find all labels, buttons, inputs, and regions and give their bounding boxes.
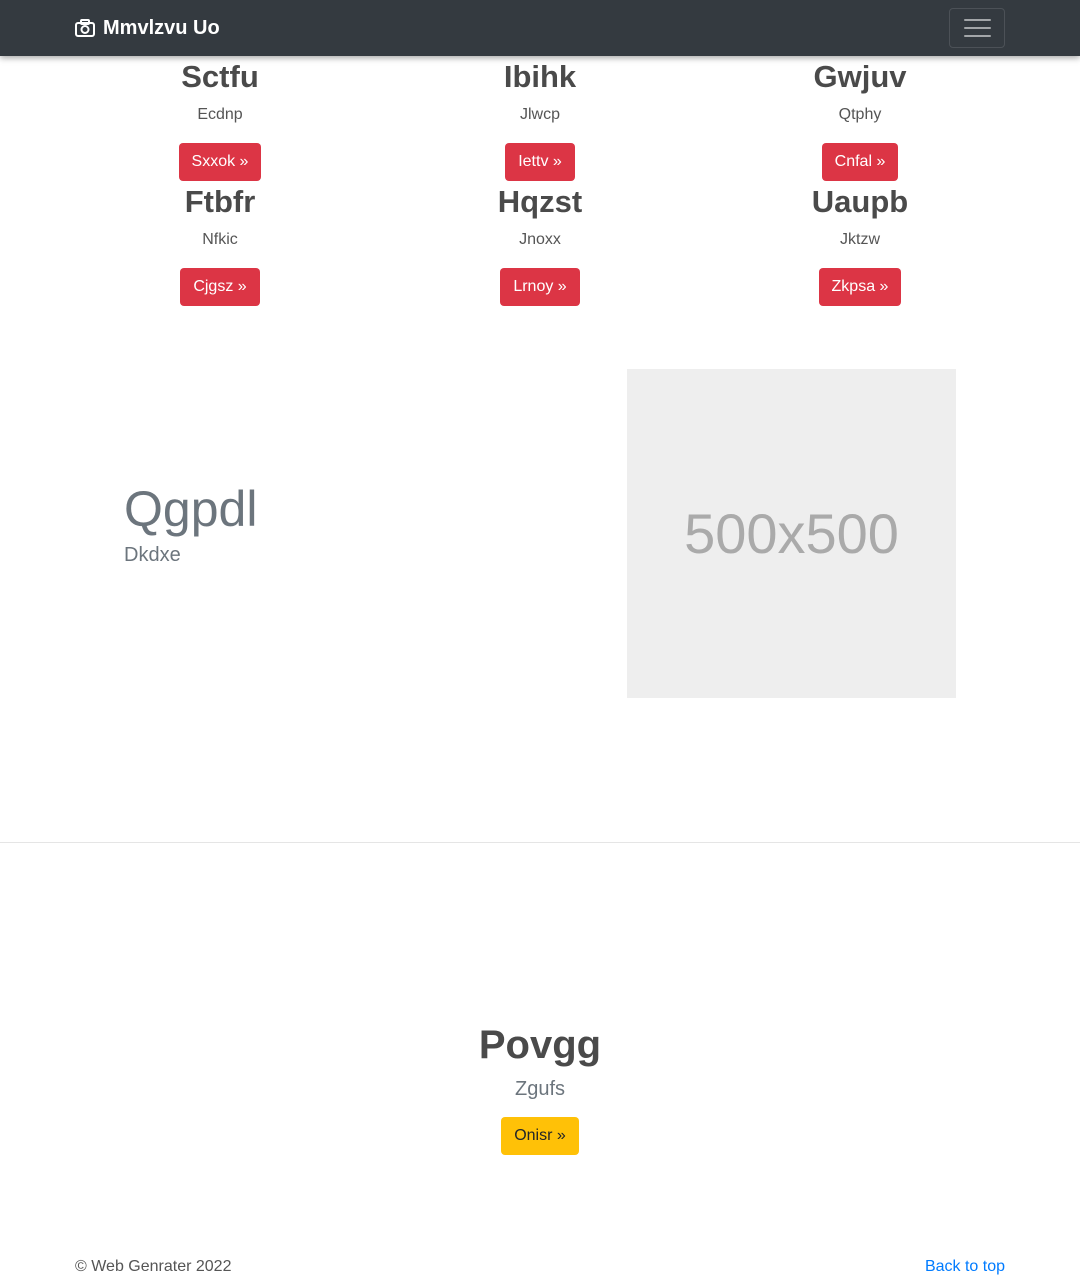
cta-button[interactable]: Onisr » <box>501 1117 579 1155</box>
feature-button[interactable]: Cjgsz » <box>180 268 260 306</box>
feature-card: Uaupb Jktzw Zkpsa » <box>700 184 1020 306</box>
back-to-top-link[interactable]: Back to top <box>925 1258 1005 1276</box>
cta-section: Povgg Zgufs Onisr » <box>0 1022 1080 1155</box>
feature-button[interactable]: Iettv » <box>505 143 575 181</box>
hero-subtitle: Dkdxe <box>124 544 181 566</box>
feature-text: Ecdnp <box>197 106 243 123</box>
feature-title: Uaupb <box>811 184 909 219</box>
feature-title: Ftbfr <box>184 184 256 219</box>
feature-button[interactable]: Sxxok » <box>178 143 262 181</box>
hero-title: Qgpdl <box>124 481 258 537</box>
feature-text: Nfkic <box>202 231 238 248</box>
cta-title: Povgg <box>478 1023 602 1067</box>
feature-text: Jktzw <box>840 231 880 248</box>
feature-title: Sctfu <box>181 59 259 94</box>
camera-icon <box>75 19 95 37</box>
brand-name: Mmvlzvu Uo <box>103 16 220 39</box>
feature-text: Jlwcp <box>519 106 560 123</box>
feature-title: Ibihk <box>503 59 577 94</box>
feature-button[interactable]: Lrnoy » <box>500 268 580 306</box>
feature-card: Sctfu Ecdnp Sxxok » <box>60 59 380 181</box>
feature-card: Ftbfr Nfkic Cjgsz » <box>60 184 380 306</box>
footer-copyright: © Web Genrater 2022 <box>75 1258 232 1275</box>
brand-link[interactable]: Mmvlzvu Uo <box>75 0 220 56</box>
feature-title: Hqzst <box>497 184 583 219</box>
feature-card: Hqzst Jnoxx Lrnoy » <box>380 184 700 306</box>
feature-card: Gwjuv Qtphy Cnfal » <box>700 59 1020 181</box>
section-divider <box>0 842 1080 843</box>
feature-button[interactable]: Cnfal » <box>821 143 899 181</box>
feature-text: Qtphy <box>838 106 882 123</box>
hamburger-menu-icon <box>963 19 991 21</box>
feature-text: Jnoxx <box>519 231 561 248</box>
navbar-toggler-button[interactable] <box>949 8 1005 48</box>
placeholder-image: 500x500 <box>627 369 956 698</box>
feature-title: Gwjuv <box>813 59 907 94</box>
placeholder-image-label: 500x500 <box>684 502 899 565</box>
cta-text: Zgufs <box>514 1078 566 1100</box>
feature-button[interactable]: Zkpsa » <box>818 268 902 306</box>
feature-card: Ibihk Jlwcp Iettv » <box>380 59 700 181</box>
navbar: Mmvlzvu Uo <box>0 0 1080 56</box>
